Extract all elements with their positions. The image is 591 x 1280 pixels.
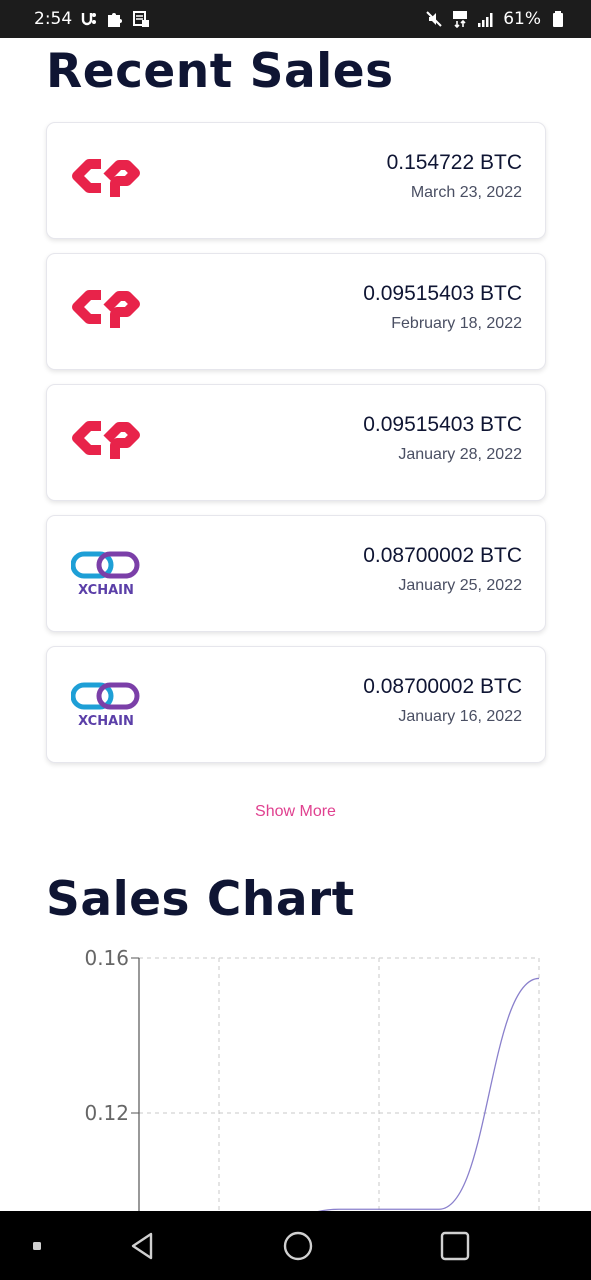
back-button[interactable] — [120, 1211, 164, 1280]
sale-amount: 0.154722 BTC — [386, 151, 522, 174]
battery-icon — [553, 11, 563, 27]
main-content[interactable]: Recent Sales 0.154722 BTC March 23, 2022… — [0, 38, 591, 1211]
home-button[interactable] — [276, 1211, 320, 1280]
sale-card[interactable]: 0.154722 BTC March 23, 2022 — [46, 122, 546, 239]
home-icon — [283, 1231, 313, 1260]
lte-data-icon — [453, 11, 468, 28]
chart-y-tick-label: 0.12 — [84, 1101, 129, 1125]
show-more-link[interactable]: Show More — [0, 803, 591, 821]
sale-date: March 23, 2022 — [410, 184, 522, 201]
app-notification-icon — [81, 13, 97, 26]
recent-apps-button[interactable] — [22, 1211, 52, 1280]
chart-series-line — [317, 977, 540, 1211]
chart-ticks: 0.16 0.12 — [84, 946, 139, 1125]
document-icon — [133, 11, 150, 27]
chart-grid — [139, 957, 540, 1211]
sale-date: February 18, 2022 — [391, 315, 522, 332]
status-left: 2:54 — [34, 9, 150, 29]
sales-chart: 0.16 0.12 — [84, 946, 540, 1211]
recent-sales-list: 0.154722 BTC March 23, 2022 0.09515403 B… — [46, 122, 546, 777]
sale-card[interactable]: 0.09515403 BTC February 18, 2022 — [46, 253, 546, 370]
sales-chart-title: Sales Chart — [46, 872, 355, 927]
counterparty-logo-icon — [72, 290, 140, 328]
signal-icon — [478, 13, 493, 27]
overview-icon — [440, 1231, 470, 1260]
sale-card[interactable]: XCHAIN 0.08700002 BTC January 25, 2022 — [46, 515, 546, 632]
counterparty-logo-icon — [72, 421, 140, 459]
sale-date: January 28, 2022 — [398, 446, 522, 463]
status-time: 2:54 — [34, 9, 73, 29]
sale-date: January 25, 2022 — [398, 577, 522, 594]
status-bar: 2:54 61% — [0, 0, 591, 38]
battery-level: 61% — [503, 9, 541, 29]
status-right: 61% — [425, 9, 567, 29]
sale-amount: 0.09515403 BTC — [363, 282, 522, 305]
mute-icon — [426, 11, 442, 27]
sale-amount: 0.08700002 BTC — [363, 544, 522, 567]
back-icon — [131, 1232, 153, 1259]
xchain-logo-text: XCHAIN — [78, 583, 134, 598]
sale-amount: 0.08700002 BTC — [363, 675, 522, 698]
chart-y-tick-label: 0.16 — [84, 946, 129, 970]
recent-sales-title: Recent Sales — [46, 44, 394, 99]
xchain-logo-icon: XCHAIN — [71, 682, 140, 729]
xchain-logo-text: XCHAIN — [78, 714, 134, 729]
counterparty-logo-icon — [72, 159, 140, 197]
sale-card[interactable]: XCHAIN 0.08700002 BTC January 16, 2022 — [46, 646, 546, 763]
sale-card[interactable]: 0.09515403 BTC January 28, 2022 — [46, 384, 546, 501]
xchain-logo-icon: XCHAIN — [71, 551, 140, 598]
overview-button[interactable] — [433, 1211, 477, 1280]
puzzle-icon — [108, 13, 123, 27]
sale-amount: 0.09515403 BTC — [363, 413, 522, 436]
recent-apps-dot-icon — [33, 1241, 41, 1250]
sale-date: January 16, 2022 — [398, 708, 522, 725]
navigation-bar — [0, 1211, 591, 1280]
